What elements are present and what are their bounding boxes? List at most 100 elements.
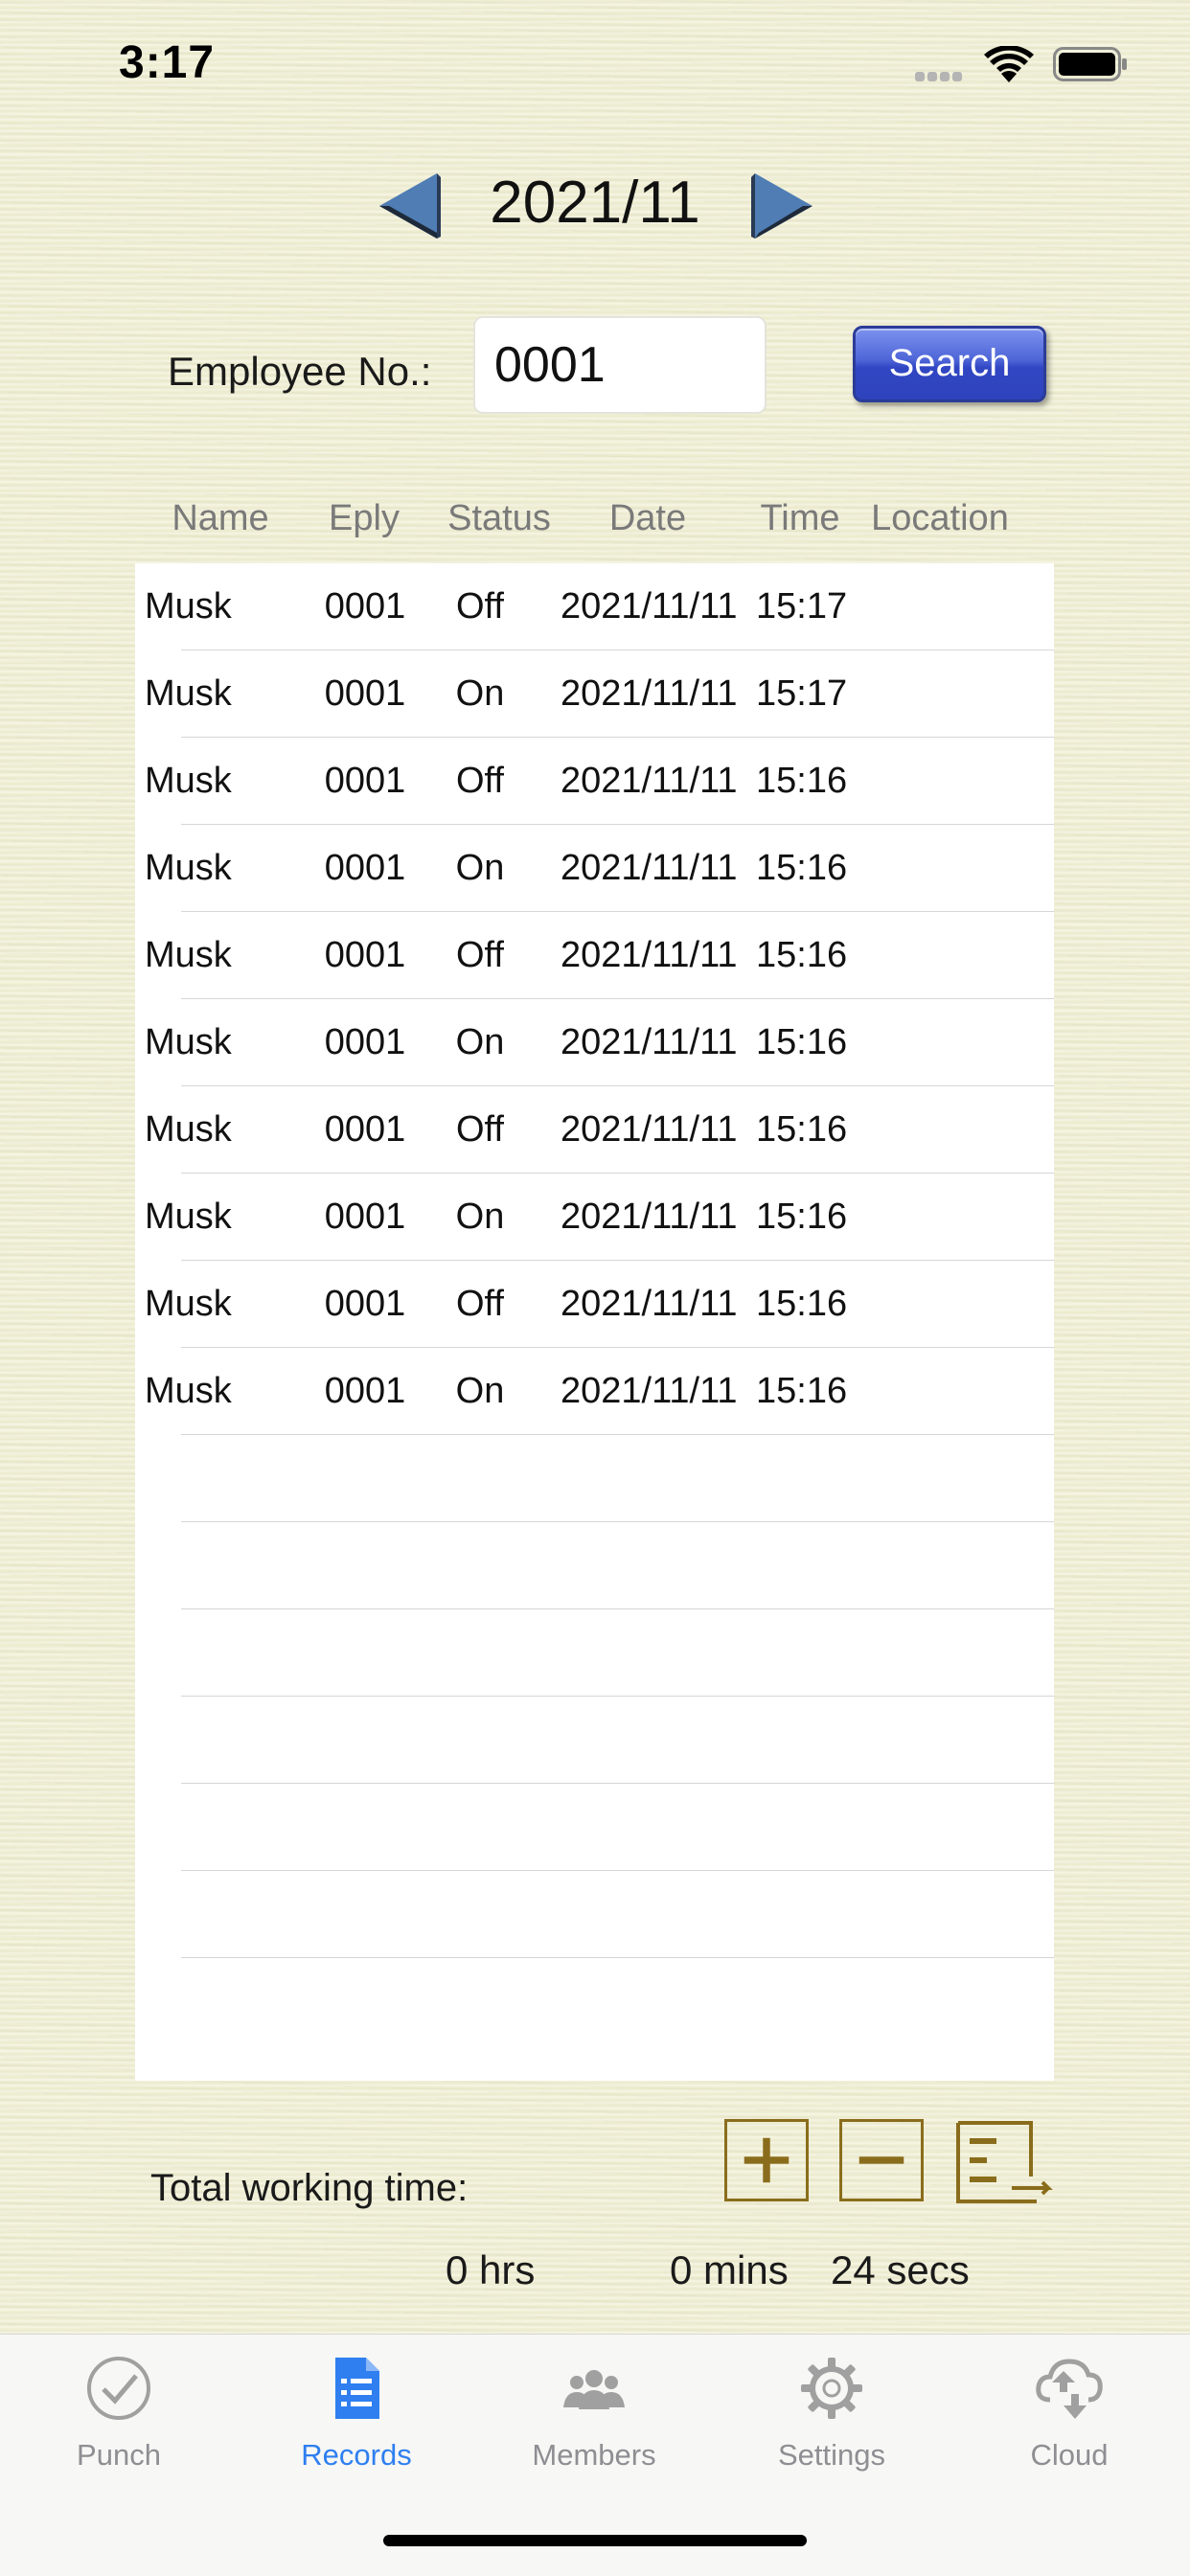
table-row[interactable]: Musk 0001 Off 2021/11/11 15:17 — [145, 563, 1054, 650]
previous-month-button[interactable] — [376, 170, 443, 242]
minus-icon — [858, 2156, 904, 2164]
cellular-signal-icon — [915, 69, 969, 81]
cell-name: Musk — [145, 1371, 232, 1411]
cell-eply: 0001 — [324, 761, 406, 801]
table-row-empty[interactable] — [181, 1609, 1054, 1697]
people-icon — [563, 2370, 625, 2409]
tab-records[interactable]: Records — [261, 2335, 452, 2497]
table-row[interactable]: Musk 0001 On 2021/11/11 15:16 — [145, 825, 1054, 912]
remove-record-button[interactable] — [839, 2119, 924, 2201]
column-header-date: Date — [608, 498, 687, 538]
cell-date: 2021/11/11 — [561, 848, 738, 888]
tab-label: Members — [532, 2438, 656, 2472]
tab-label: Punch — [77, 2438, 161, 2472]
status-bar: 3:17 — [0, 0, 1190, 125]
cell-eply: 0001 — [324, 673, 406, 714]
table-row-empty[interactable] — [181, 1435, 1054, 1522]
cell-name: Musk — [145, 1284, 232, 1324]
cell-eply: 0001 — [324, 1022, 406, 1062]
cell-time: 15:16 — [756, 1197, 848, 1237]
cell-time: 15:16 — [756, 1022, 848, 1062]
cell-status: On — [455, 673, 505, 714]
cell-name: Musk — [145, 761, 232, 801]
total-seconds-value: 24 secs — [831, 2247, 970, 2292]
cell-time: 15:16 — [756, 848, 848, 888]
cell-name: Musk — [145, 1022, 232, 1062]
table-row-empty[interactable] — [181, 1958, 1054, 2044]
gear-icon — [801, 2358, 862, 2419]
cell-time: 15:16 — [756, 1371, 848, 1411]
employee-number-input[interactable] — [473, 316, 767, 414]
cell-status: On — [455, 848, 505, 888]
document-list-icon — [335, 2358, 379, 2419]
tab-members[interactable]: Members — [498, 2335, 690, 2497]
month-navigation: 2021/11 — [0, 153, 1190, 259]
battery-icon — [1053, 47, 1127, 81]
total-hours-value: 0 hrs — [446, 2247, 536, 2292]
table-row-empty[interactable] — [181, 1871, 1054, 1958]
cell-date: 2021/11/11 — [561, 586, 738, 627]
table-row[interactable]: Musk 0001 Off 2021/11/11 15:16 — [145, 1086, 1054, 1174]
cell-eply: 0001 — [324, 586, 406, 627]
tab-label: Cloud — [1030, 2438, 1109, 2472]
table-header: Name Eply Status Date Time Location — [0, 498, 1190, 546]
cell-eply: 0001 — [324, 1284, 406, 1324]
cell-status: Off — [456, 586, 504, 627]
cell-date: 2021/11/11 — [561, 673, 738, 714]
tab-cloud[interactable]: Cloud — [973, 2335, 1165, 2497]
cell-date: 2021/11/11 — [561, 761, 738, 801]
list-summary-icon — [956, 2121, 1053, 2203]
cell-date: 2021/11/11 — [561, 1022, 738, 1062]
cell-date: 2021/11/11 — [561, 1371, 738, 1411]
search-button[interactable]: Search — [853, 326, 1046, 402]
cell-name: Musk — [145, 935, 232, 975]
cell-name: Musk — [145, 1109, 232, 1150]
table-row[interactable]: Musk 0001 Off 2021/11/11 15:16 — [145, 738, 1054, 825]
tab-label: Settings — [777, 2438, 885, 2472]
total-working-time-label: Total working time: — [150, 2167, 469, 2209]
column-header-name: Name — [172, 498, 269, 538]
status-time: 3:17 — [119, 37, 216, 88]
total-minutes-value: 0 mins — [670, 2247, 789, 2292]
cell-status: On — [455, 1371, 505, 1411]
tab-settings[interactable]: Settings — [736, 2335, 927, 2497]
tab-label: Records — [301, 2438, 412, 2472]
cell-name: Musk — [145, 1197, 232, 1237]
cell-date: 2021/11/11 — [561, 1109, 738, 1150]
next-month-button[interactable] — [749, 170, 816, 242]
plus-icon — [744, 2137, 790, 2183]
cell-date: 2021/11/11 — [561, 1284, 738, 1324]
cloud-sync-icon — [1036, 2359, 1103, 2419]
summary-list-button[interactable] — [954, 2119, 1054, 2205]
table-row[interactable]: Musk 0001 Off 2021/11/11 15:16 — [145, 1261, 1054, 1348]
cell-status: On — [455, 1022, 505, 1062]
cell-status: Off — [456, 1284, 504, 1324]
cell-time: 15:16 — [756, 761, 848, 801]
cell-name: Musk — [145, 673, 232, 714]
column-header-time: Time — [760, 498, 840, 538]
table-row-empty[interactable] — [181, 1784, 1054, 1871]
cell-status: Off — [456, 935, 504, 975]
table-row[interactable]: Musk 0001 On 2021/11/11 15:17 — [145, 650, 1054, 738]
column-header-status: Status — [447, 498, 551, 538]
cell-eply: 0001 — [324, 848, 406, 888]
cell-name: Musk — [145, 586, 232, 627]
table-row[interactable]: Musk 0001 On 2021/11/11 15:16 — [145, 999, 1054, 1086]
cell-name: Musk — [145, 848, 232, 888]
table-row-empty[interactable] — [181, 1697, 1054, 1784]
add-record-button[interactable] — [724, 2119, 809, 2201]
cell-eply: 0001 — [324, 935, 406, 975]
cell-time: 15:16 — [756, 1284, 848, 1324]
cell-date: 2021/11/11 — [561, 1197, 738, 1237]
cell-time: 15:17 — [756, 673, 848, 714]
tab-punch[interactable]: Punch — [23, 2335, 215, 2497]
cell-time: 15:16 — [756, 1109, 848, 1150]
wifi-icon — [984, 46, 1034, 82]
table-row-empty[interactable] — [181, 1522, 1054, 1609]
table-row[interactable]: Musk 0001 On 2021/11/11 15:16 — [145, 1174, 1054, 1261]
records-table[interactable]: Musk 0001 Off 2021/11/11 15:17 Musk 0001… — [135, 563, 1054, 2081]
home-indicator[interactable] — [383, 2535, 807, 2546]
cell-time: 15:16 — [756, 935, 848, 975]
table-row[interactable]: Musk 0001 Off 2021/11/11 15:16 — [145, 912, 1054, 999]
table-row[interactable]: Musk 0001 On 2021/11/11 15:16 — [145, 1348, 1054, 1435]
